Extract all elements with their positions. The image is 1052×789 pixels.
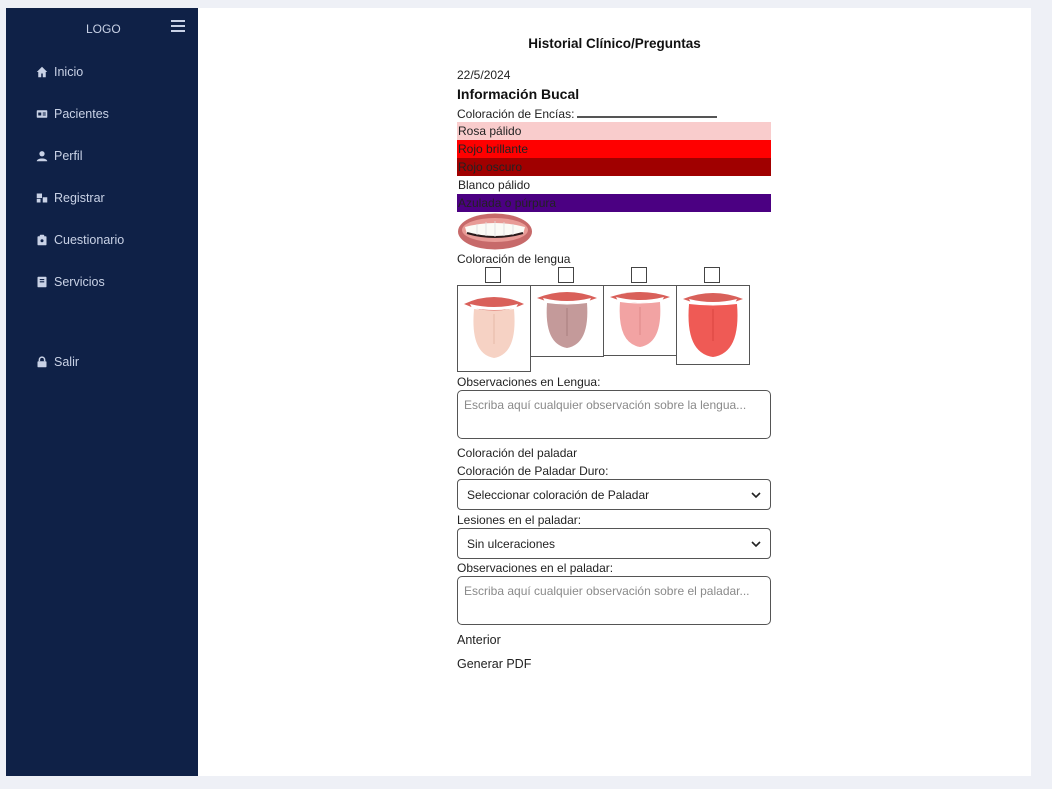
sidebar-item-label: Pacientes: [54, 107, 109, 121]
hard-palate-select[interactable]: Seleccionar coloración de Paladar: [457, 479, 771, 510]
tongue-pale-icon: [464, 296, 524, 358]
section-title: Información Bucal: [457, 86, 580, 102]
palate-observations-input[interactable]: Escriba aquí cualquier observación sobre…: [457, 576, 771, 625]
chevron-down-icon: [751, 540, 761, 547]
tongue-observations-input[interactable]: Escriba aquí cualquier observación sobre…: [457, 390, 771, 439]
chevron-down-icon: [751, 491, 761, 498]
sidebar-item-cuestionario[interactable]: Cuestionario: [36, 233, 124, 247]
tongue-checkbox-3[interactable]: [631, 267, 647, 283]
tongue-checkbox-4[interactable]: [704, 267, 720, 283]
logo: LOGO: [86, 22, 121, 36]
gum-option-blanco-palido[interactable]: Blanco pálido: [457, 176, 771, 194]
id-card-icon: [36, 110, 48, 118]
sidebar-item-label: Registrar: [54, 191, 105, 205]
tongue-pink-icon: [610, 291, 670, 347]
sidebar-item-registrar[interactable]: Registrar: [36, 191, 105, 205]
palate-observations-label: Observaciones en el paladar:: [457, 561, 614, 575]
gum-option-azulada-purpura[interactable]: Azulada o púrpura: [457, 194, 771, 212]
tongue-option-red[interactable]: [676, 285, 750, 365]
generate-pdf-button[interactable]: Generar PDF: [457, 657, 531, 671]
previous-button[interactable]: Anterior: [457, 633, 501, 647]
home-icon: [36, 66, 48, 78]
sidebar: LOGO Inicio Pacientes Perfil Registrar C…: [6, 8, 198, 776]
palate-lesions-select[interactable]: Sin ulceraciones: [457, 528, 771, 559]
user-icon: [36, 151, 48, 162]
register-icon: [36, 193, 48, 203]
date-label: 22/5/2024: [457, 68, 511, 82]
hard-palate-select-value: Seleccionar coloración de Paladar: [467, 487, 650, 502]
gum-option-rojo-oscuro[interactable]: Rojo oscuro: [457, 158, 771, 176]
tongue-option-pale[interactable]: [457, 285, 531, 372]
tongue-option-gray[interactable]: [530, 285, 604, 357]
sidebar-item-label: Salir: [54, 355, 80, 369]
gum-color-label: Coloración de Encías:: [457, 107, 575, 121]
palate-lesions-label: Lesiones en el paladar:: [457, 513, 582, 527]
sidebar-item-label: Perfil: [54, 149, 83, 163]
sidebar-item-inicio[interactable]: Inicio: [36, 65, 83, 79]
sidebar-item-label: Servicios: [54, 275, 105, 289]
tongue-checkbox-1[interactable]: [485, 267, 501, 283]
sidebar-item-pacientes[interactable]: Pacientes: [36, 107, 109, 121]
book-icon: [37, 276, 47, 288]
clipboard-icon: [37, 234, 47, 246]
sidebar-item-servicios[interactable]: Servicios: [36, 275, 105, 289]
tongue-observations-label: Observaciones en Lengua:: [457, 375, 601, 389]
menu-toggle-icon[interactable]: [171, 20, 185, 32]
gums-image: [458, 213, 532, 250]
sidebar-item-label: Inicio: [54, 65, 84, 79]
sidebar-item-label: Cuestionario: [54, 233, 125, 247]
tongue-checkbox-2[interactable]: [558, 267, 574, 283]
gum-option-rojo-brillante[interactable]: Rojo brillante: [457, 140, 771, 158]
palate-color-label: Coloración del paladar: [457, 446, 578, 460]
tongue-red-icon: [683, 293, 743, 357]
tongue-gray-icon: [537, 292, 597, 348]
hard-palate-label: Coloración de Paladar Duro:: [457, 464, 609, 478]
palate-lesions-select-value: Sin ulceraciones: [467, 536, 556, 551]
page-title: Historial Clínico/Preguntas: [528, 36, 701, 51]
sidebar-item-salir[interactable]: Salir: [36, 355, 79, 369]
lock-icon: [37, 356, 47, 368]
sidebar-item-perfil[interactable]: Perfil: [36, 149, 82, 163]
tongue-color-label: Coloración de lengua: [457, 252, 571, 266]
gum-color-field[interactable]: [577, 116, 717, 118]
tongue-option-pink[interactable]: [603, 285, 677, 356]
main-content: Historial Clínico/Preguntas 22/5/2024 In…: [198, 8, 1031, 776]
gum-option-rosa-palido[interactable]: Rosa pálido: [457, 122, 771, 140]
